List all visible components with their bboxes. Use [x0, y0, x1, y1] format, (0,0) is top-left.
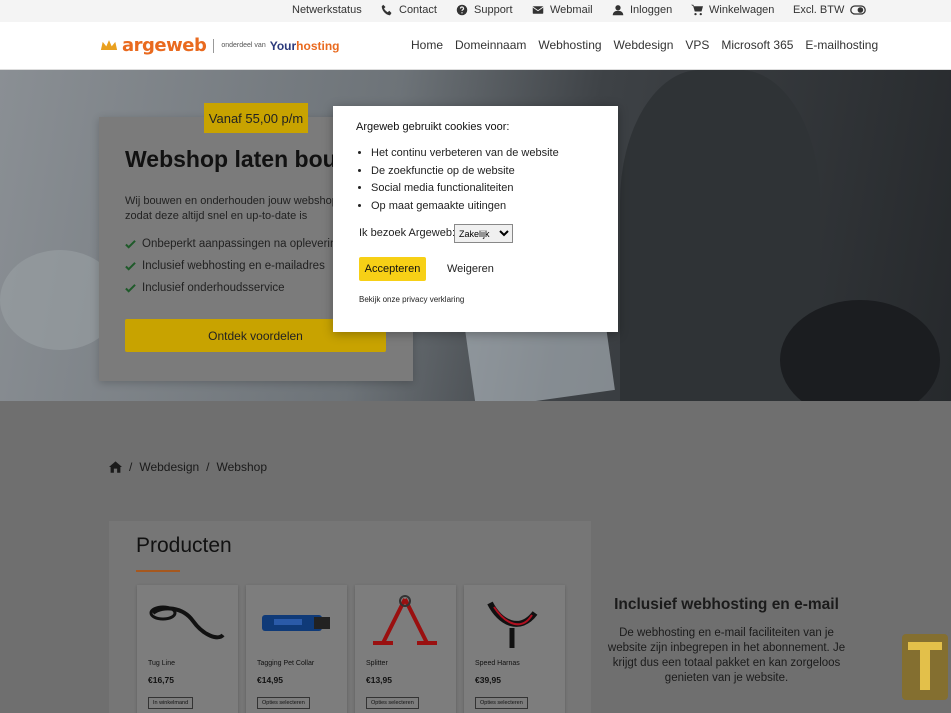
logo-divider — [213, 38, 215, 53]
webmail-label: Webmail — [550, 4, 593, 16]
product-card[interactable]: Tug Line €16,75 In winkelmand — [137, 585, 238, 713]
phone-icon — [381, 4, 392, 16]
contact-link[interactable]: Contact — [381, 4, 437, 16]
question-circle-icon — [456, 4, 468, 16]
login-label: Inloggen — [630, 4, 673, 16]
user-icon — [612, 5, 624, 16]
feature-item: Onbeperkt aanpassingen na oplevering — [125, 233, 343, 255]
shopping-cart-icon — [691, 4, 703, 16]
cookie-purpose-item: Het continu verbeteren van de website — [371, 147, 559, 165]
splitter-icon — [373, 595, 437, 645]
partner-logo-part2: hosting — [296, 38, 340, 53]
check-icon — [125, 261, 136, 271]
envelope-icon — [532, 6, 544, 14]
product-name: Tug Line — [148, 660, 175, 667]
top-utility-bar: Netwerkstatus Contact Support Webmail In… — [0, 0, 951, 22]
leash-icon — [149, 605, 225, 640]
select-options-button[interactable]: Opties selecteren — [366, 697, 419, 709]
main-menu: Home Domeinnaam Webhosting Webdesign VPS… — [411, 38, 878, 52]
toggle-icon — [850, 5, 867, 15]
add-to-cart-button[interactable]: In winkelmand — [148, 697, 194, 709]
network-status-label: Netwerkstatus — [292, 4, 362, 16]
hosting-section-text: De webhosting en e-mail faciliteiten van… — [607, 627, 846, 684]
visitor-type-label: Ik bezoek Argeweb: — [359, 227, 456, 239]
product-price: €14,95 — [257, 675, 283, 685]
cookie-consent-dialog: Argeweb gebruikt cookies voor: Het conti… — [333, 106, 618, 332]
nav-item-home[interactable]: Home — [411, 38, 443, 52]
breadcrumb-separator: / — [129, 460, 133, 474]
product-card[interactable]: Splitter €13,95 Opties selecteren — [355, 585, 456, 713]
product-name: Splitter — [366, 660, 388, 667]
cookie-dialog-heading: Argeweb gebruikt cookies voor: — [356, 121, 510, 133]
main-navigation: argeweb onderdeel van Yourhosting Home D… — [0, 22, 951, 70]
product-name: Tagging Pet Collar — [257, 660, 315, 667]
feature-item: Inclusief onderhoudsservice — [125, 277, 343, 299]
breadcrumb-webshop: Webshop — [216, 460, 267, 474]
logo-subtitle: onderdeel van — [221, 42, 266, 49]
brand-name: argeweb — [122, 35, 207, 56]
site-logo[interactable]: argeweb onderdeel van Yourhosting — [100, 35, 340, 56]
cookie-purpose-item: Social media functionaliteiten — [371, 182, 559, 200]
collar-icon — [262, 615, 330, 631]
reject-cookies-button[interactable]: Weigeren — [447, 263, 494, 275]
nav-item-domeinnaam[interactable]: Domeinnaam — [455, 38, 526, 52]
partner-logo-part1: Your — [269, 38, 297, 53]
price-badge: Vanaf 55,00 p/m — [204, 103, 308, 133]
product-card[interactable]: Speed Harnas €39,95 Opties selecteren — [464, 585, 565, 713]
support-label: Support — [474, 4, 513, 16]
nav-item-webhosting[interactable]: Webhosting — [538, 38, 601, 52]
feature-label: Onbeperkt aanpassingen na oplevering — [142, 238, 343, 250]
cookie-purpose-item: Op maat gemaakte uitingen — [371, 200, 559, 218]
hosting-section-title: Inclusief webhosting en e-mail — [614, 596, 839, 613]
cookie-purpose-item: De zoekfunctie op de website — [371, 165, 559, 183]
select-options-button[interactable]: Opties selecteren — [475, 697, 528, 709]
network-status-link[interactable]: Netwerkstatus — [292, 4, 362, 16]
cookie-purpose-list: Het continu verbeteren van de website De… — [371, 147, 559, 217]
vat-toggle[interactable]: Excl. BTW — [793, 4, 867, 16]
contact-label: Contact — [399, 4, 437, 16]
product-name: Speed Harnas — [475, 660, 520, 667]
feature-item: Inclusief webhosting en e-mailadres — [125, 255, 343, 277]
select-options-button[interactable]: Opties selecteren — [257, 697, 310, 709]
nav-item-vps[interactable]: VPS — [685, 38, 709, 52]
accept-cookies-button[interactable]: Accepteren — [359, 257, 426, 281]
watermark-logo — [902, 634, 948, 700]
feature-label: Inclusief webhosting en e-mailadres — [142, 260, 325, 272]
nav-item-webdesign[interactable]: Webdesign — [614, 38, 674, 52]
visitor-type-select[interactable]: Zakelijk — [454, 224, 513, 243]
hero-feature-list: Onbeperkt aanpassingen na oplevering Inc… — [125, 233, 343, 299]
support-link[interactable]: Support — [456, 4, 513, 16]
privacy-statement-link[interactable]: Bekijk onze privacy verklaring — [359, 295, 464, 304]
products-title: Producten — [136, 534, 232, 557]
cart-label: Winkelwagen — [709, 4, 775, 16]
title-underline — [136, 570, 180, 572]
cart-link[interactable]: Winkelwagen — [691, 4, 774, 16]
nav-item-microsoft-365[interactable]: Microsoft 365 — [721, 38, 793, 52]
breadcrumb: / Webdesign / Webshop — [109, 460, 267, 474]
breadcrumb-separator: / — [206, 460, 210, 474]
webmail-link[interactable]: Webmail — [532, 4, 593, 16]
harness-icon — [487, 601, 538, 648]
product-price: €13,95 — [366, 675, 392, 685]
product-price: €39,95 — [475, 675, 501, 685]
check-icon — [125, 283, 136, 293]
login-link[interactable]: Inloggen — [612, 4, 672, 16]
product-card[interactable]: Tagging Pet Collar €14,95 Opties selecte… — [246, 585, 347, 713]
breadcrumb-webdesign[interactable]: Webdesign — [139, 460, 199, 474]
product-price: €16,75 — [148, 675, 174, 685]
hero-description: Wij bouwen en onderhouden jouw webshop, … — [125, 195, 341, 222]
check-icon — [125, 239, 136, 249]
nav-item-e-mailhosting[interactable]: E-mailhosting — [805, 38, 878, 52]
feature-label: Inclusief onderhoudsservice — [142, 282, 285, 294]
home-icon[interactable] — [109, 461, 122, 473]
crown-icon — [100, 40, 118, 50]
partner-logo: Yourhosting — [270, 39, 340, 53]
vat-label: Excl. BTW — [793, 4, 845, 16]
